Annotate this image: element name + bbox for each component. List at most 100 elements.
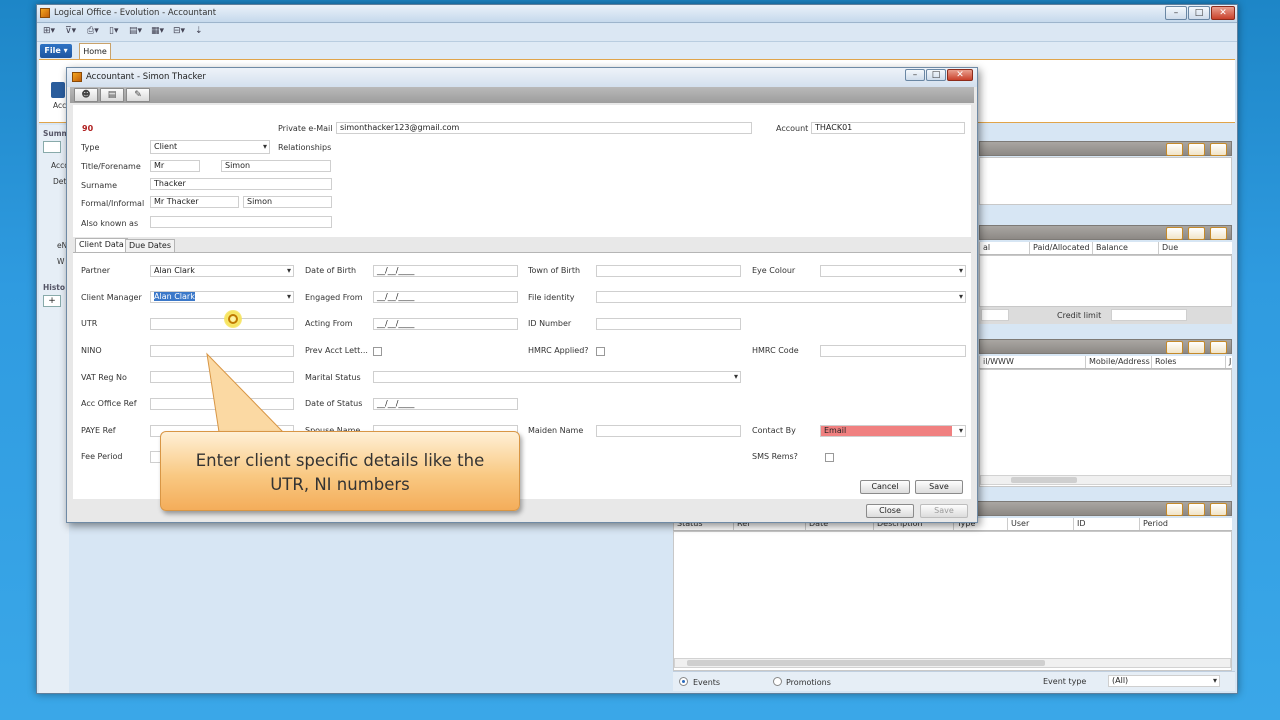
utr-field[interactable] xyxy=(150,318,294,330)
type-select[interactable]: Client xyxy=(150,140,270,154)
private-email-field[interactable]: simonthacker123@gmail.com xyxy=(336,122,752,134)
credit-limit-label: Credit limit xyxy=(1057,311,1102,320)
acc-office-label: Acc Office Ref xyxy=(81,399,137,408)
panel4-btn-c[interactable] xyxy=(1210,503,1227,516)
ledger-col[interactable]: Paid/Allocated xyxy=(1029,242,1092,254)
panel3-btn-a[interactable] xyxy=(1166,341,1183,354)
qat-tree-icon[interactable]: ⊟▾ xyxy=(173,26,185,36)
qat-list-icon[interactable]: ▦▾ xyxy=(151,26,164,36)
contacts-col[interactable]: Roles xyxy=(1151,356,1225,368)
events-radio[interactable] xyxy=(679,677,688,686)
promotions-radio[interactable] xyxy=(773,677,782,686)
eye-colour-select[interactable] xyxy=(820,265,966,277)
hmrc-code-field[interactable] xyxy=(820,345,966,357)
informal-field[interactable]: Simon xyxy=(243,196,332,208)
tab-client-data[interactable]: Client Data xyxy=(75,238,128,252)
form-layout-icon[interactable]: ▤ xyxy=(100,88,124,102)
qat-layout-icon[interactable]: ⊞▾ xyxy=(43,26,55,36)
panel1-btn-c[interactable] xyxy=(1210,143,1227,156)
acting-field[interactable]: __/__/____ xyxy=(373,318,518,330)
quick-access-toolbar: ⊞▾ ⊽▾ ⎙▾ ▯▾ ▤▾ ▦▾ ⊟▾ ⇣ xyxy=(37,24,1237,42)
credit-left-field[interactable] xyxy=(981,309,1009,321)
event-type-label: Event type xyxy=(1043,677,1087,686)
events-col-user[interactable]: User xyxy=(1007,518,1073,530)
details-nav-label[interactable]: Det xyxy=(53,177,66,186)
ledger-col[interactable]: Balance xyxy=(1092,242,1158,254)
add-history-icon[interactable]: + xyxy=(43,295,61,307)
tools-icon[interactable]: ✎ xyxy=(126,88,150,102)
events-scroll-thumb[interactable] xyxy=(687,660,1045,666)
panel3-btn-c[interactable] xyxy=(1210,341,1227,354)
id-number-field[interactable] xyxy=(596,318,741,330)
formal-field[interactable]: Mr Thacker xyxy=(150,196,239,208)
dob-field[interactable]: __/__/____ xyxy=(373,265,518,277)
dialog-minimize-icon[interactable]: – xyxy=(905,69,925,81)
events-scrollbar[interactable] xyxy=(674,658,1231,668)
event-type-select[interactable]: (All) xyxy=(1108,675,1220,687)
hmrc-applied-checkbox[interactable] xyxy=(596,347,605,356)
close-icon[interactable]: ✕ xyxy=(1211,6,1235,20)
events-col-id[interactable]: ID xyxy=(1073,518,1139,530)
events-col-period[interactable]: Period xyxy=(1139,518,1232,530)
client-manager-select[interactable]: Alan Clark xyxy=(150,291,294,303)
panel4-btn-b[interactable] xyxy=(1188,503,1205,516)
maiden-name-field[interactable] xyxy=(596,425,741,437)
events-body xyxy=(673,531,1232,671)
surname-field[interactable]: Thacker xyxy=(150,178,332,190)
dialog-toolbar: ☻ ▤ ✎ xyxy=(70,87,974,103)
utr-label: UTR xyxy=(81,319,98,328)
panel2-btn-a[interactable] xyxy=(1166,227,1183,240)
title-field[interactable]: Mr xyxy=(150,160,200,172)
contacts-scrollbar[interactable] xyxy=(980,475,1231,485)
engaged-field[interactable]: __/__/____ xyxy=(373,291,518,303)
sms-rems-checkbox[interactable] xyxy=(825,453,834,462)
client-manager-label: Client Manager xyxy=(81,293,142,302)
cancel-button[interactable]: Cancel xyxy=(860,480,910,494)
summary-button[interactable] xyxy=(43,141,61,153)
file-menu-button[interactable]: File ▾ xyxy=(40,44,72,58)
relationships-link[interactable]: Relationships xyxy=(278,143,331,152)
maximize-icon[interactable]: □ xyxy=(1188,6,1210,20)
town-of-birth-field[interactable] xyxy=(596,265,741,277)
tab-due-dates[interactable]: Due Dates xyxy=(125,239,175,252)
prev-acct-checkbox[interactable] xyxy=(373,347,382,356)
dialog-close-icon[interactable]: ✕ xyxy=(947,69,973,81)
save-disabled-button[interactable]: Save xyxy=(920,504,968,518)
panel1-btn-b[interactable] xyxy=(1188,143,1205,156)
contacts-scroll-thumb[interactable] xyxy=(1011,477,1077,483)
contact-person-icon[interactable]: ☻ xyxy=(74,88,98,102)
qat-more-icon[interactable]: ⇣ xyxy=(195,26,203,36)
marital-select[interactable] xyxy=(373,371,741,383)
qat-print-icon[interactable]: ⎙▾ xyxy=(87,26,99,36)
panel2-btn-c[interactable] xyxy=(1210,227,1227,240)
file-identity-select[interactable] xyxy=(596,291,966,303)
panel3-btn-b[interactable] xyxy=(1188,341,1205,354)
close-button[interactable]: Close xyxy=(866,504,914,518)
ledger-col[interactable]: Due xyxy=(1158,242,1232,254)
forename-field[interactable]: Simon xyxy=(221,160,331,172)
contacts-col[interactable]: il/WWW xyxy=(979,356,1085,368)
id-number-label: ID Number xyxy=(528,319,572,328)
contacts-col[interactable]: J xyxy=(1225,356,1232,368)
panel2-btn-b[interactable] xyxy=(1188,227,1205,240)
accounts-icon[interactable] xyxy=(51,82,65,98)
contacts-col[interactable]: Mobile/Address xyxy=(1085,356,1151,368)
credit-limit-field[interactable] xyxy=(1111,309,1187,321)
minimize-icon[interactable]: – xyxy=(1165,6,1187,20)
ledger-col[interactable]: al xyxy=(979,242,1029,254)
date-status-field[interactable]: __/__/____ xyxy=(373,398,518,410)
qat-doc-icon[interactable]: ▯▾ xyxy=(109,26,118,36)
partner-select[interactable]: Alan Clark xyxy=(150,265,294,277)
aka-field[interactable] xyxy=(150,216,332,228)
panel1-btn-a[interactable] xyxy=(1166,143,1183,156)
contact-by-select[interactable]: Email xyxy=(820,425,966,437)
eye-colour-label: Eye Colour xyxy=(752,266,796,275)
dialog-maximize-icon[interactable]: □ xyxy=(926,69,946,81)
qat-filter-icon[interactable]: ⊽▾ xyxy=(65,26,76,36)
qat-grid-icon[interactable]: ▤▾ xyxy=(129,26,142,36)
www-nav-label[interactable]: W xyxy=(57,257,64,266)
tab-home[interactable]: Home xyxy=(79,43,111,59)
account-field[interactable]: THACK01 xyxy=(811,122,965,134)
panel4-btn-a[interactable] xyxy=(1166,503,1183,516)
save-button[interactable]: Save xyxy=(915,480,963,494)
